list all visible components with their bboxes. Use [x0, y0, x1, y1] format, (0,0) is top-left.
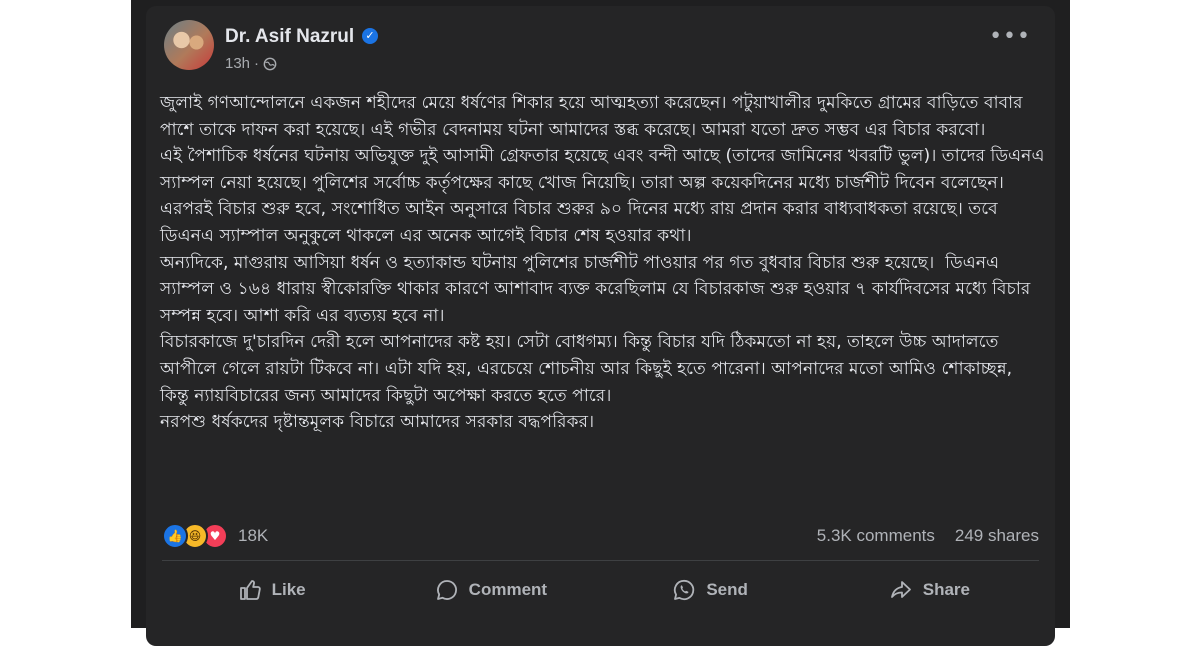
post-stats: 5.3K comments 249 shares — [817, 526, 1039, 546]
shares-count[interactable]: 249 shares — [955, 526, 1039, 546]
share-button[interactable]: Share — [820, 568, 1039, 612]
divider — [162, 560, 1039, 561]
whatsapp-icon — [674, 579, 695, 601]
reaction-summary[interactable]: 👍 😆 ♥ 18K — [162, 523, 268, 549]
comment-icon — [436, 580, 457, 600]
send-button[interactable]: Send — [601, 568, 820, 612]
reaction-count[interactable]: 18K — [238, 526, 268, 546]
author-name[interactable]: Dr. Asif Nazrul — [225, 26, 354, 48]
more-options-icon[interactable]: ••• — [989, 26, 1031, 48]
post-meta: 13h · — [225, 55, 277, 72]
like-label: Like — [271, 580, 306, 599]
verified-badge-icon: ✓ — [362, 28, 378, 44]
thumbs-up-icon — [239, 580, 261, 600]
post-paragraph: অন্যদিকে, মাগুরায় আসিয়া ধর্ষন ও হত্যাক… — [160, 252, 1036, 326]
post-card: Dr. Asif Nazrul ✓ 13h · ••• জুলাই গণআন্দ… — [146, 6, 1055, 646]
share-arrow-icon — [890, 581, 911, 598]
send-label: Send — [706, 580, 748, 599]
like-reaction-icon: 👍 — [162, 523, 188, 549]
globe-icon[interactable] — [263, 57, 277, 71]
comment-button[interactable]: Comment — [381, 568, 600, 612]
comment-label: Comment — [468, 580, 548, 599]
share-label: Share — [922, 580, 970, 599]
post-paragraph: নরপশু ধর্ষকদের দৃষ্টান্তমূলক বিচারে আমাদ… — [160, 412, 595, 433]
author-avatar[interactable] — [164, 20, 214, 70]
action-bar: Like Comment Send Share — [162, 568, 1039, 612]
meta-separator: · — [254, 55, 260, 72]
post-paragraph: এই পৈশাচিক ধর্ষনের ঘটনায় অভিযুক্ত দুই আ… — [160, 146, 1050, 246]
like-button[interactable]: Like — [162, 568, 381, 612]
post-text: জুলাই গণআন্দোলনে একজন শহীদের মেয়ে ধর্ষণ… — [160, 90, 1045, 436]
post-paragraph: বিচারকাজে দু'চারদিন দেরী হলে আপনাদের কষ্… — [160, 332, 1018, 406]
comments-count[interactable]: 5.3K comments — [817, 526, 935, 546]
post-paragraph: জুলাই গণআন্দোলনে একজন শহীদের মেয়ে ধর্ষণ… — [160, 93, 1029, 140]
post-time[interactable]: 13h — [225, 55, 250, 72]
